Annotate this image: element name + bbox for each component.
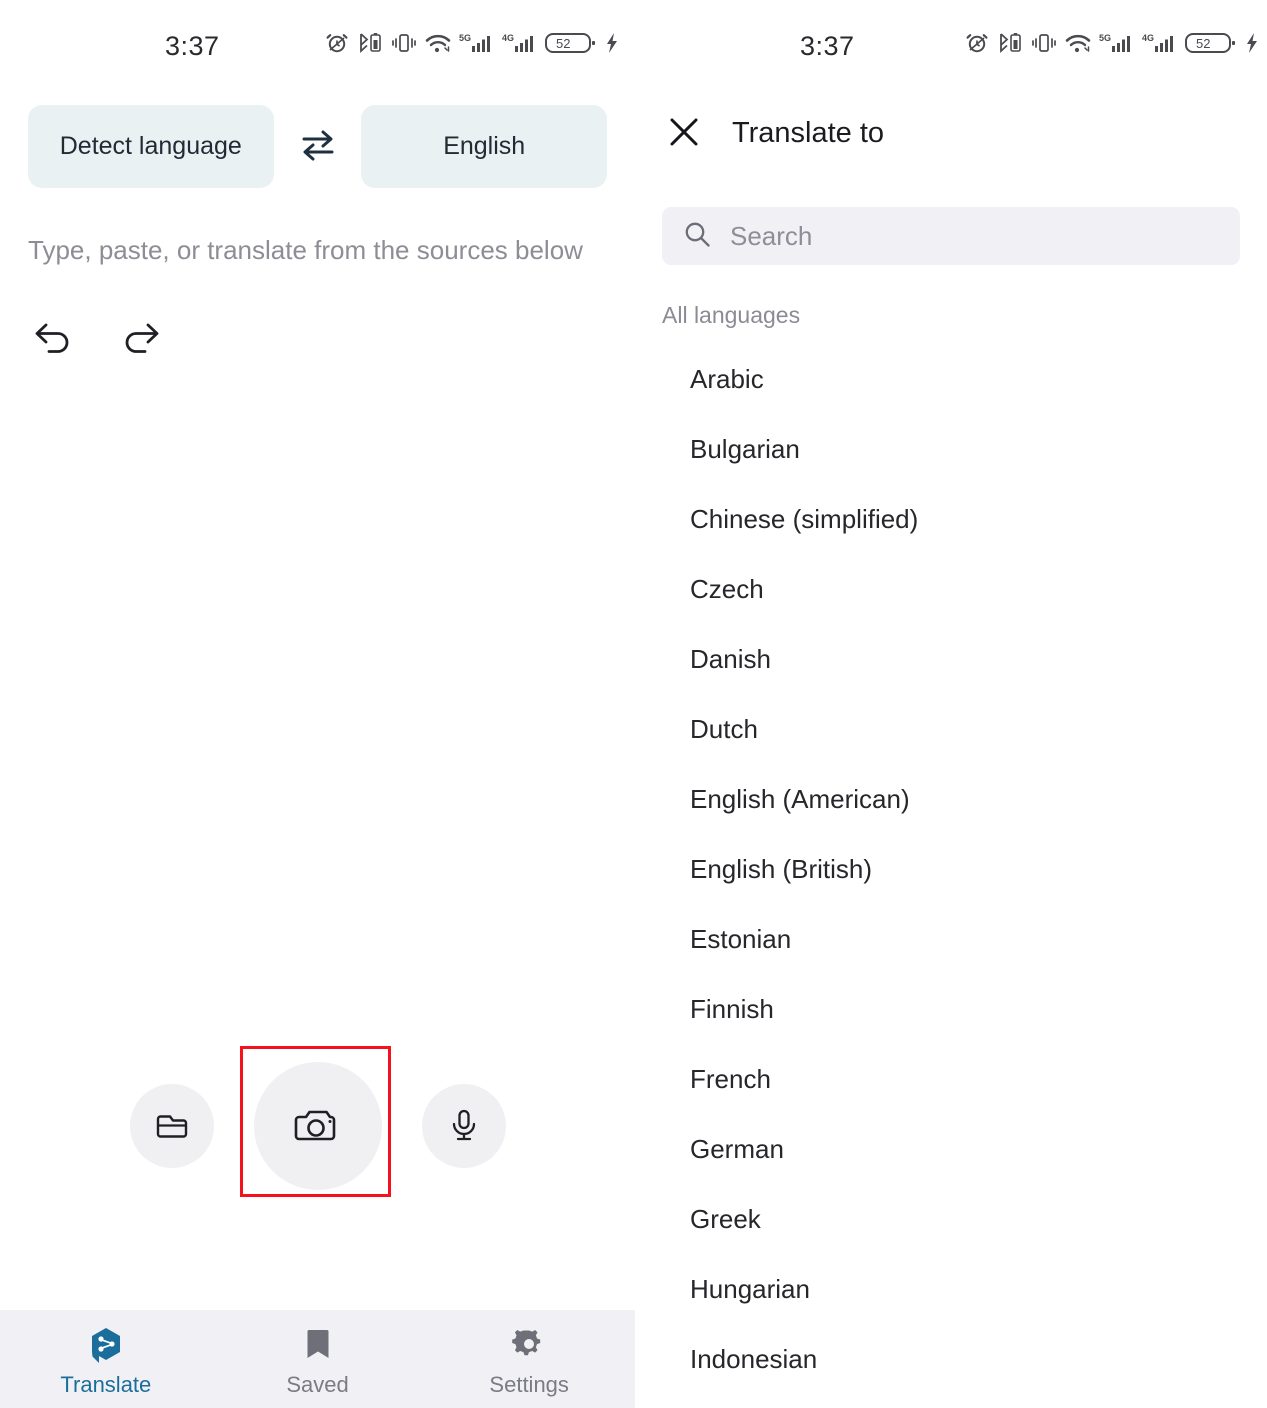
- input-source-actions: [0, 1046, 635, 1206]
- language-item-dutch[interactable]: Dutch: [635, 694, 1267, 764]
- signal-4g-icon: 4G: [1142, 31, 1178, 55]
- microphone-button[interactable]: [421, 1084, 506, 1168]
- undo-icon: [30, 315, 76, 364]
- language-item-english-american[interactable]: English (American): [635, 764, 1267, 834]
- alarm-icon: [325, 31, 349, 55]
- svg-text:4G: 4G: [502, 33, 514, 43]
- wifi-icon: [1064, 31, 1092, 55]
- language-search-box[interactable]: [662, 207, 1240, 265]
- redo-button[interactable]: [118, 316, 164, 362]
- nav-tab-saved[interactable]: Saved: [212, 1310, 424, 1408]
- vibrate-icon: [1031, 31, 1057, 55]
- svg-text:4G: 4G: [1142, 33, 1154, 43]
- language-selection-panel: 3:37 5G 4G 52 Translate to Search All la…: [635, 0, 1267, 1408]
- language-item-greek[interactable]: Greek: [635, 1184, 1267, 1254]
- dual-screenshot-container: 3:37 5G 4G 52 Detect language English Ty…: [0, 0, 1267, 1408]
- language-item-chinese-simplified[interactable]: Chinese (simplified): [635, 484, 1267, 554]
- undo-button[interactable]: [30, 316, 76, 362]
- nav-tab-translate[interactable]: Translate: [0, 1310, 212, 1408]
- bottom-navigation: Translate Saved Settings: [0, 1310, 635, 1408]
- sheet-header: Translate to: [635, 102, 1267, 164]
- language-item-bulgarian[interactable]: Bulgarian: [635, 414, 1267, 484]
- charging-bolt-icon: [1244, 31, 1260, 55]
- nav-tab-translate-label: Translate: [60, 1372, 152, 1397]
- sheet-title: Translate to: [732, 116, 885, 149]
- history-controls: [30, 316, 635, 362]
- status-icon-group: 5G 4G 52: [325, 30, 620, 56]
- language-item-hungarian[interactable]: Hungarian: [635, 1254, 1267, 1324]
- language-item-danish[interactable]: Danish: [635, 624, 1267, 694]
- language-item-finnish[interactable]: Finnish: [635, 974, 1267, 1044]
- wifi-icon: [424, 31, 452, 55]
- svg-text:52: 52: [556, 36, 570, 51]
- source-language-button[interactable]: Detect language: [28, 105, 274, 188]
- nav-tab-saved-label: Saved: [286, 1372, 349, 1397]
- language-selector-row: Detect language English: [0, 105, 635, 188]
- search-input[interactable]: [730, 207, 1220, 265]
- signal-5g-icon: 5G: [1099, 31, 1135, 55]
- nav-tab-settings[interactable]: Settings: [423, 1310, 635, 1408]
- svg-text:5G: 5G: [459, 33, 471, 43]
- alarm-icon: [965, 31, 989, 55]
- camera-button[interactable]: [253, 1062, 382, 1190]
- battery-icon: 52: [1185, 30, 1237, 56]
- folder-icon: [153, 1106, 191, 1147]
- battery-icon: 52: [545, 30, 597, 56]
- target-language-button[interactable]: English: [361, 105, 607, 188]
- search-icon: [682, 219, 712, 254]
- status-bar-left: 3:37 5G 4G 52: [0, 0, 635, 92]
- close-icon: [666, 114, 702, 153]
- charging-bolt-icon: [604, 31, 620, 55]
- language-item-indonesian[interactable]: Indonesian: [635, 1324, 1267, 1394]
- bluetooth-battery-icon: [356, 31, 384, 55]
- section-header-all-languages: All languages: [662, 302, 801, 328]
- bluetooth-battery-icon: [996, 31, 1024, 55]
- vibrate-icon: [391, 31, 417, 55]
- svg-text:5G: 5G: [1099, 33, 1111, 43]
- open-file-button[interactable]: [129, 1084, 214, 1168]
- translate-home-panel: 3:37 5G 4G 52 Detect language English Ty…: [0, 0, 635, 1408]
- language-item-french[interactable]: French: [635, 1044, 1267, 1114]
- nav-tab-settings-label: Settings: [489, 1372, 569, 1397]
- status-time-right: 3:37: [800, 31, 855, 61]
- status-icon-group-right: 5G 4G 52: [965, 30, 1260, 56]
- language-item-estonian[interactable]: Estonian: [635, 904, 1267, 974]
- redo-icon: [118, 315, 164, 364]
- translate-input-placeholder[interactable]: Type, paste, or translate from the sourc…: [28, 235, 635, 266]
- svg-text:52: 52: [1196, 36, 1210, 51]
- bookmark-icon: [301, 1326, 335, 1367]
- translate-icon: [88, 1326, 124, 1367]
- status-time: 3:37: [165, 31, 220, 61]
- status-bar-right: 3:37 5G 4G 52: [635, 0, 1267, 92]
- language-list: Arabic Bulgarian Chinese (simplified) Cz…: [635, 344, 1267, 1394]
- swap-languages-button[interactable]: [274, 105, 362, 188]
- gear-icon: [511, 1326, 547, 1367]
- language-item-english-british[interactable]: English (British): [635, 834, 1267, 904]
- close-sheet-button[interactable]: [662, 111, 706, 155]
- camera-icon: [293, 1100, 343, 1153]
- microphone-icon: [445, 1106, 483, 1147]
- swap-horizontal-icon: [295, 122, 341, 171]
- language-item-arabic[interactable]: Arabic: [635, 344, 1267, 414]
- signal-5g-icon: 5G: [459, 31, 495, 55]
- language-item-german[interactable]: German: [635, 1114, 1267, 1184]
- signal-4g-icon: 4G: [502, 31, 538, 55]
- language-item-czech[interactable]: Czech: [635, 554, 1267, 624]
